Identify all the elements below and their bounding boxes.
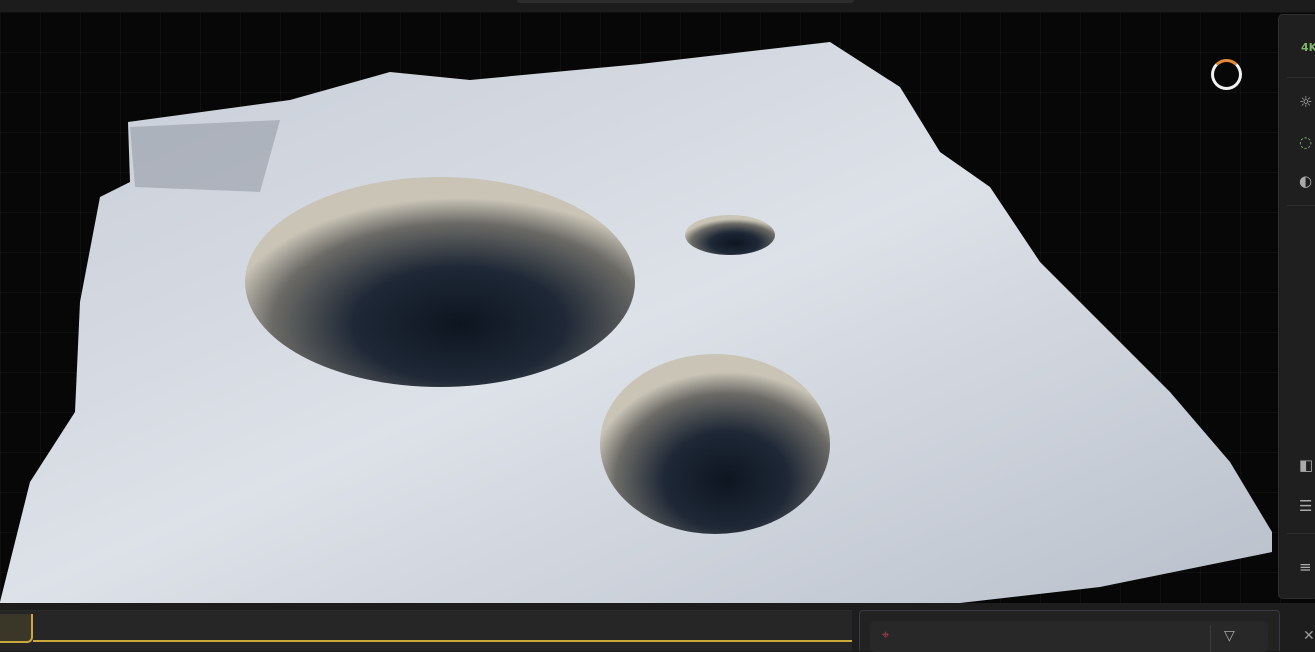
top-bar [0, 0, 1315, 12]
close-icon[interactable]: ✕ [1303, 628, 1315, 644]
small-crater [685, 215, 775, 255]
properties-panel: ⌖ ▽ [859, 610, 1280, 652]
resolution-label[interactable]: 4K [1301, 41, 1315, 54]
bottom-panels: ⌖ ▽ ✕ [0, 603, 1315, 652]
medium-crater [600, 354, 830, 534]
right-toolbar: 4K ☼ ◌ ◐ ◧ ☰ ≡ [1278, 14, 1315, 599]
sun-icon[interactable]: ☼ [1299, 93, 1315, 111]
menu-icon[interactable]: ≡ [1299, 558, 1315, 576]
tab-strip[interactable] [517, 0, 854, 3]
large-crater [245, 177, 635, 387]
globe-icon[interactable]: ◐ [1299, 172, 1315, 190]
node-graph-tab[interactable] [0, 614, 33, 643]
terrain-render [0, 12, 1315, 603]
filter-icon[interactable]: ▽ [1224, 628, 1235, 644]
refresh-icon[interactable]: ◌ [1299, 133, 1315, 151]
loading-spinner-icon [1211, 59, 1242, 90]
split-view-icon[interactable]: ◧ [1299, 456, 1315, 474]
active-tab-underline [33, 640, 852, 642]
node-graph-panel[interactable] [0, 610, 852, 651]
properties-header [870, 621, 1268, 652]
target-icon[interactable]: ⌖ [882, 628, 889, 643]
ruler-icon[interactable]: ☰ [1299, 497, 1315, 515]
3d-viewport[interactable] [0, 12, 1315, 603]
